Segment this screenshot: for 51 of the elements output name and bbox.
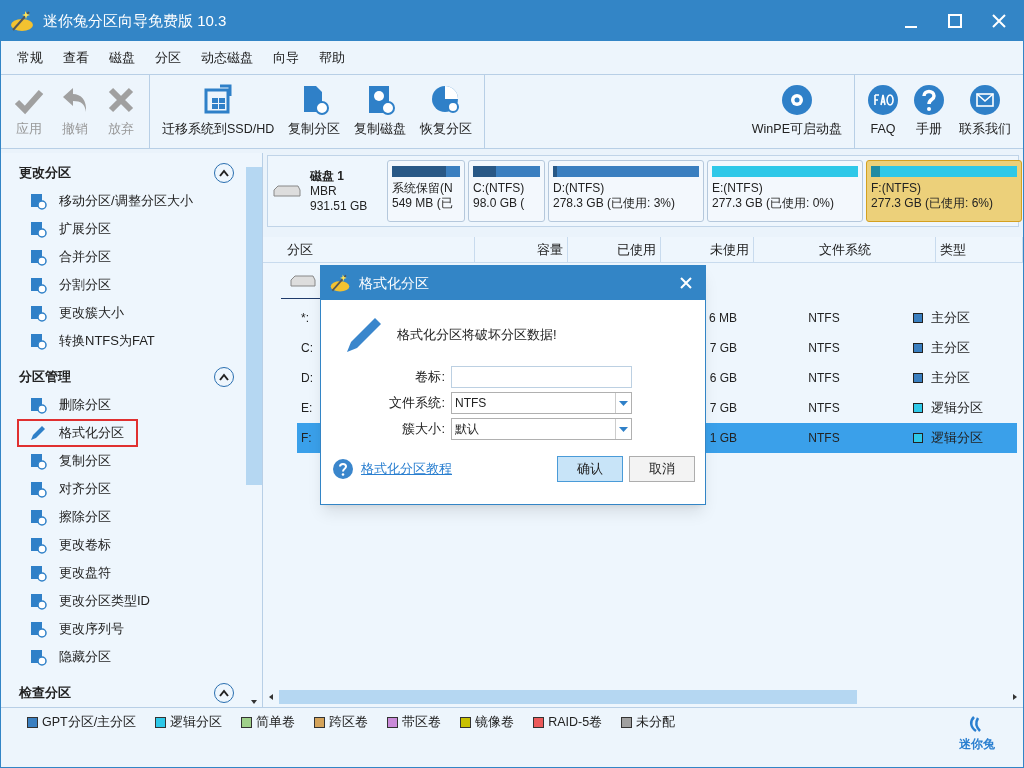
logo-text: 迷你兔 (959, 736, 995, 753)
filesystem-cell-text: NTFS (807, 430, 841, 447)
partition-size: 98.0 GB ( (473, 196, 526, 211)
field-label: 文件系统: (388, 394, 446, 413)
type-cell-text: 主分区 (931, 309, 970, 328)
partition-cell-text: C: (301, 340, 313, 357)
type-cell-text: 主分区 (931, 369, 970, 388)
field-label: 卷标: (414, 368, 446, 387)
type-cell-text: 主分区 (931, 339, 970, 358)
filesystem-cell-text: NTFS (807, 370, 841, 387)
partition-label: F:(NTFS) (871, 181, 922, 196)
legend-label: 逻辑分区 (170, 714, 223, 731)
unused-cell-text: 6 MB (708, 310, 737, 327)
partition-cell-text: *: (301, 310, 309, 327)
section-title: 更改分区 (19, 164, 71, 183)
partition-label: E:(NTFS) (712, 181, 764, 196)
window-title: 迷你兔分区向导免费版 10.3 (43, 10, 227, 31)
type-cell-text: 逻辑分区 (931, 429, 983, 448)
partition-scheme: MBR (310, 183, 338, 199)
section-title: 分区管理 (19, 368, 71, 387)
field-label: 簇大小: (401, 420, 446, 439)
partition-size: 277.3 GB (已使用: 6%) (871, 196, 995, 211)
partition-size: 278.3 GB (已使用: 3%) (553, 196, 677, 211)
legend-label: 跨区卷 (329, 714, 369, 731)
legend-label: 未分配 (636, 714, 676, 731)
partition-cell-text: E: (301, 400, 313, 417)
filesystem-cell-text: NTFS (807, 310, 841, 327)
legend-label: 带区卷 (402, 714, 442, 731)
partition-size: 277.3 GB (已使用: 0%) (712, 196, 836, 211)
disk-size: 931.51 GB (310, 198, 368, 214)
partition-label: D:(NTFS) (553, 181, 606, 196)
section-title: 检查分区 (19, 684, 71, 703)
dialog-title: 格式化分区 (359, 273, 429, 293)
unused-cell-text: 7 GB (708, 340, 737, 357)
unused-cell-text: 1 GB (708, 430, 737, 447)
partition-cell-text: F: (301, 430, 312, 447)
filesystem-cell-text: NTFS (807, 340, 841, 357)
partition-label: 系统保留(N (392, 181, 454, 196)
partition-label: C:(NTFS) (473, 181, 526, 196)
filesystem-cell-text: NTFS (807, 400, 841, 417)
partition-size: 549 MB (已 (392, 196, 454, 211)
partition-cell-text: D: (301, 370, 313, 387)
disk-name: 磁盘 1 (310, 168, 345, 184)
type-cell-text: 逻辑分区 (931, 399, 983, 418)
unused-cell-text: 7 GB (708, 400, 737, 417)
legend-label: 简单卷 (256, 714, 296, 731)
legend-label: 镜像卷 (475, 714, 515, 731)
legend-label: RAID-5卷 (548, 714, 603, 731)
warning-message: 格式化分区将破坏分区数据! (397, 326, 557, 345)
unused-cell-text: 6 GB (708, 370, 737, 387)
legend-label: GPT分区/主分区 (42, 714, 137, 731)
